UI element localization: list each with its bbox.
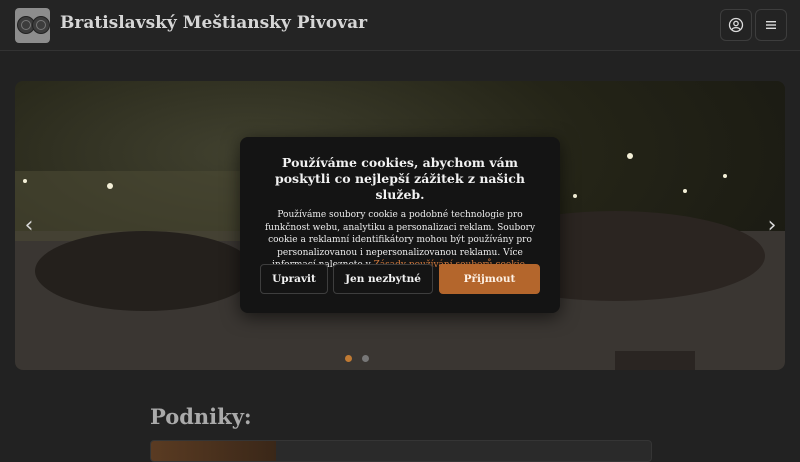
carousel-dot-2[interactable] (362, 355, 370, 362)
cookie-title: Používáme cookies, abychom vám poskytli … (274, 155, 525, 202)
chevron-left-icon: ‹ (24, 213, 34, 238)
account-button[interactable] (720, 9, 752, 41)
accept-button[interactable]: Přijmout (439, 264, 540, 294)
carousel-indicators (345, 347, 374, 366)
essential-only-button[interactable]: Jen nezbytné (333, 264, 433, 294)
section-title: Podniky: (150, 404, 252, 429)
chevron-right-icon: › (767, 213, 777, 238)
brand-logo[interactable] (15, 8, 50, 43)
carousel-dot-1[interactable] (345, 355, 352, 362)
carousel-prev-button[interactable]: ‹ (18, 215, 40, 237)
user-circle-icon (728, 17, 744, 33)
venue-card[interactable] (150, 440, 652, 462)
site-header: Bratislavský Meštiansky Pivovar (0, 0, 800, 51)
hamburger-menu-icon (766, 21, 776, 29)
brand-name[interactable]: Bratislavský Meštiansky Pivovar (60, 13, 367, 33)
carousel-next-button[interactable]: › (761, 215, 783, 237)
cookie-consent-dialog: Používáme cookies, abychom vám poskytli … (240, 137, 560, 313)
cookie-text: Používáme soubory cookie a podobné techn… (260, 209, 540, 272)
menu-button[interactable] (755, 9, 787, 41)
customize-button[interactable]: Upravit (260, 264, 328, 294)
coin-right-icon (32, 16, 50, 34)
venue-thumbnail (151, 441, 276, 461)
